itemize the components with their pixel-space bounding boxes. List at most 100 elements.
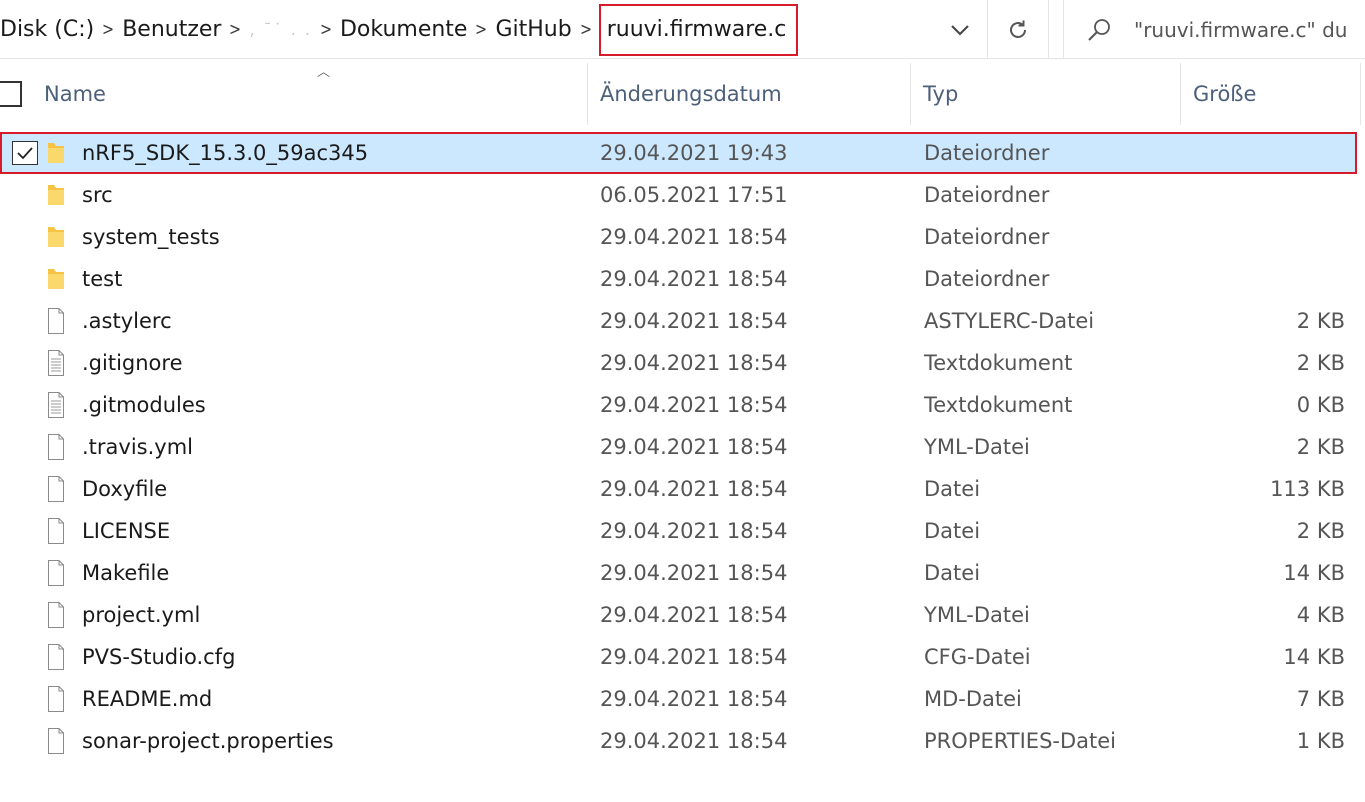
file-icon: [46, 727, 66, 755]
breadcrumb-chevron-icon[interactable]: >: [98, 19, 119, 40]
file-icon: [46, 643, 66, 671]
file-row[interactable]: test 29.04.2021 18:54 Dateiordner: [0, 258, 1365, 300]
file-icon: [46, 685, 66, 713]
row-checkbox[interactable]: [12, 141, 38, 165]
file-date: 29.04.2021 18:54: [600, 561, 788, 585]
text-file-icon: [46, 391, 66, 419]
column-header-type[interactable]: Typ: [911, 63, 1181, 125]
file-name[interactable]: PVS-Studio.cfg: [82, 636, 235, 678]
file-date: 29.04.2021 18:54: [600, 351, 788, 375]
folder-icon: [46, 139, 66, 167]
file-type: Datei: [924, 561, 981, 585]
folder-icon: [46, 181, 66, 209]
file-name[interactable]: system_tests: [82, 216, 220, 258]
file-row[interactable]: Doxyfile 29.04.2021 18:54 Datei 113 KB: [0, 468, 1365, 510]
search-input[interactable]: "ruuvi.firmware.c" du: [1063, 0, 1365, 59]
chevron-down-icon: [951, 24, 969, 36]
breadcrumb-item-dokumente[interactable]: Dokumente: [339, 17, 468, 42]
file-icon: [46, 517, 66, 545]
file-icon: [46, 601, 66, 629]
refresh-button[interactable]: [987, 0, 1049, 59]
column-header-name[interactable]: ︿ Name: [32, 63, 588, 125]
file-name[interactable]: src: [82, 174, 113, 216]
file-row[interactable]: .astylerc 29.04.2021 18:54 ASTYLERC-Datei 2…: [0, 300, 1365, 342]
file-date: 29.04.2021 18:54: [600, 309, 788, 333]
file-name[interactable]: .astylerc: [82, 300, 172, 342]
file-date: 29.04.2021 18:54: [600, 687, 788, 711]
file-date: 29.04.2021 18:54: [600, 225, 788, 249]
select-all-checkbox[interactable]: [0, 81, 22, 107]
file-name[interactable]: project.yml: [82, 594, 200, 636]
file-row[interactable]: .gitmodules 29.04.2021 18:54 Textdokument 0…: [0, 384, 1365, 426]
file-type: Datei: [924, 519, 981, 543]
file-type: YML-Datei: [924, 435, 1030, 459]
file-row[interactable]: .travis.yml 29.04.2021 18:54 YML-Datei 2 KB: [0, 426, 1365, 468]
file-type: YML-Datei: [924, 603, 1030, 627]
file-row[interactable]: nRF5_SDK_15.3.0_59ac345 29.04.2021 19:43 D…: [0, 132, 1365, 174]
file-type: Dateiordner: [924, 225, 1050, 249]
file-type: Dateiordner: [924, 267, 1050, 291]
file-list: nRF5_SDK_15.3.0_59ac345 29.04.2021 19:43 D…: [0, 132, 1365, 762]
file-type: ASTYLERC-Datei: [924, 309, 1095, 333]
search-placeholder: "ruuvi.firmware.c" du: [1134, 17, 1348, 42]
file-date: 29.04.2021 19:43: [600, 141, 788, 165]
breadcrumb-chevron-icon[interactable]: >: [316, 19, 337, 40]
text-file-icon: [46, 349, 66, 377]
file-row[interactable]: README.md 29.04.2021 18:54 MD-Datei 7 KB: [0, 678, 1365, 720]
file-row[interactable]: src 06.05.2021 17:51 Dateiordner: [0, 174, 1365, 216]
breadcrumb-item-benutzer[interactable]: Benutzer: [121, 17, 222, 42]
file-name[interactable]: .travis.yml: [82, 426, 193, 468]
file-name[interactable]: README.md: [82, 678, 212, 720]
file-date: 29.04.2021 18:54: [600, 267, 788, 291]
file-type: Textdokument: [924, 393, 1073, 417]
file-date: 29.04.2021 18:54: [600, 435, 788, 459]
file-type: Dateiordner: [924, 183, 1050, 207]
file-icon: [46, 307, 66, 335]
file-row[interactable]: Makefile 29.04.2021 18:54 Datei 14 KB: [0, 552, 1365, 594]
file-date: 29.04.2021 18:54: [600, 729, 788, 753]
file-date: 29.04.2021 18:54: [600, 477, 788, 501]
file-type: Dateiordner: [924, 141, 1050, 165]
file-row[interactable]: .gitignore 29.04.2021 18:54 Textdokument 2 …: [0, 342, 1365, 384]
column-header-size[interactable]: Größe: [1181, 63, 1361, 125]
breadcrumb-item-github[interactable]: GitHub: [494, 17, 572, 42]
file-name[interactable]: Makefile: [82, 552, 169, 594]
breadcrumb-item-current[interactable]: ruuvi.firmware.c: [598, 3, 799, 56]
file-name[interactable]: .gitmodules: [82, 384, 206, 426]
file-row[interactable]: system_tests 29.04.2021 18:54 Dateiordner: [0, 216, 1365, 258]
refresh-icon: [1010, 20, 1026, 38]
file-name[interactable]: Doxyfile: [82, 468, 167, 510]
file-date: 29.04.2021 18:54: [600, 519, 788, 543]
file-name[interactable]: LICENSE: [82, 510, 170, 552]
column-header-name-label: Name: [44, 82, 106, 106]
file-row[interactable]: sonar-project.properties 29.04.2021 18:54…: [0, 720, 1365, 762]
breadcrumb-chevron-icon[interactable]: >: [471, 19, 492, 40]
file-name[interactable]: .gitignore: [82, 342, 183, 384]
file-size: 0 KB: [1296, 393, 1345, 417]
folder-icon: [46, 223, 66, 251]
breadcrumb-item-user[interactable]: , ˉ˙ . .: [248, 20, 313, 39]
breadcrumb-chevron-icon[interactable]: >: [575, 19, 596, 40]
file-type: CFG-Datei: [924, 645, 1031, 669]
file-date: 29.04.2021 18:54: [600, 603, 788, 627]
breadcrumb: Disk (C:) > Benutzer > , ˉ˙ . . > Dokume…: [0, 0, 982, 59]
file-type: Datei: [924, 477, 981, 501]
file-size: 2 KB: [1296, 435, 1345, 459]
file-type: MD-Datei: [924, 687, 1022, 711]
file-name[interactable]: sonar-project.properties: [82, 720, 334, 762]
file-icon: [46, 475, 66, 503]
file-name[interactable]: nRF5_SDK_15.3.0_59ac345: [82, 132, 368, 174]
column-header-date[interactable]: Änderungsdatum: [588, 63, 911, 125]
file-size: 2 KB: [1296, 309, 1345, 333]
breadcrumb-chevron-icon[interactable]: >: [225, 19, 246, 40]
file-row[interactable]: project.yml 29.04.2021 18:54 YML-Datei 4 KB: [0, 594, 1365, 636]
file-size: 4 KB: [1296, 603, 1345, 627]
address-bar: Disk (C:) > Benutzer > , ˉ˙ . . > Dokume…: [0, 0, 1365, 59]
file-size: 14 KB: [1283, 645, 1345, 669]
address-history-button[interactable]: [935, 0, 985, 59]
file-name[interactable]: test: [82, 258, 122, 300]
breadcrumb-item-disk[interactable]: Disk (C:): [0, 17, 95, 42]
file-row[interactable]: LICENSE 29.04.2021 18:54 Datei 2 KB: [0, 510, 1365, 552]
file-row[interactable]: PVS-Studio.cfg 29.04.2021 18:54 CFG-Datei 1…: [0, 636, 1365, 678]
file-icon: [46, 433, 66, 461]
